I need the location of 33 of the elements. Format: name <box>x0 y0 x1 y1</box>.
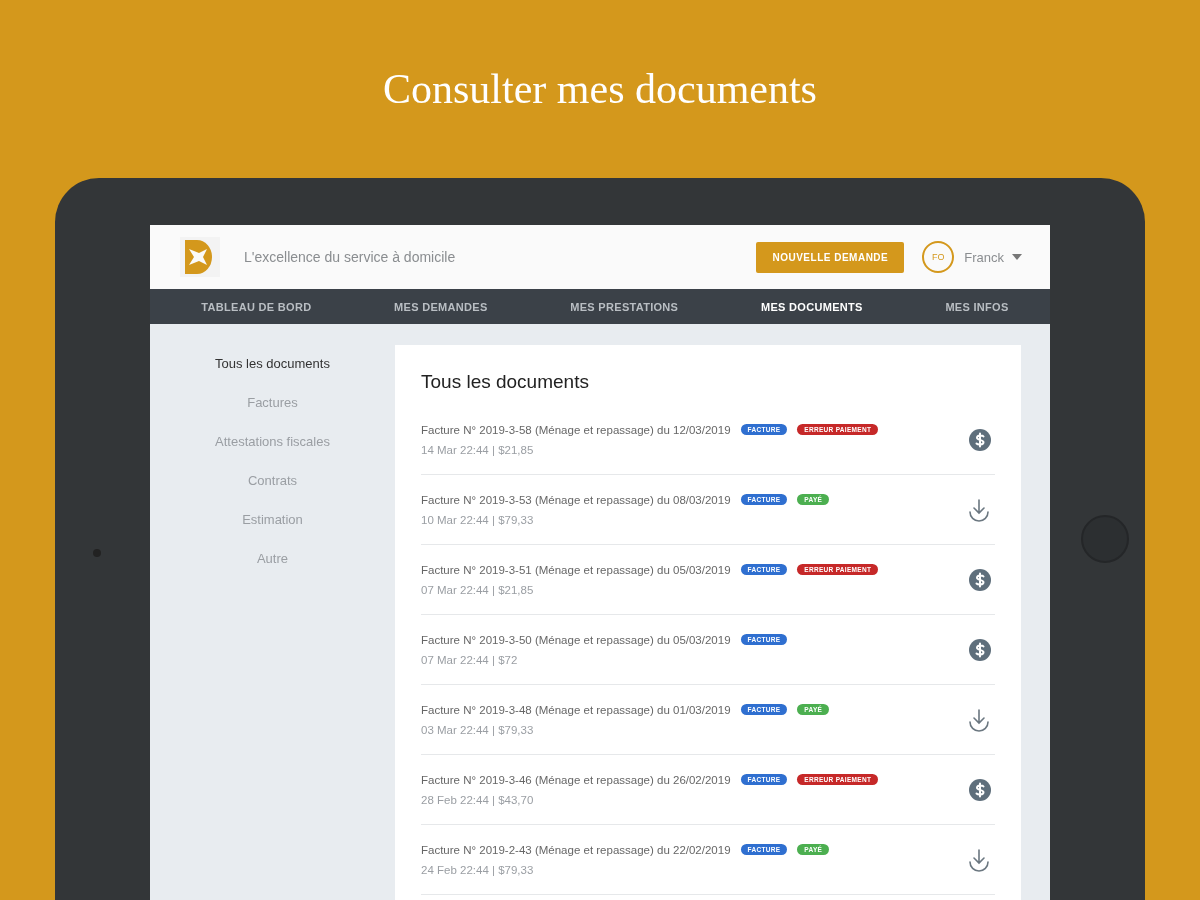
document-title[interactable]: Facture N° 2019-3-46 (Ménage et repassage) du 26/02/2019 <box>421 773 731 786</box>
card-title: Tous les documents <box>421 371 590 393</box>
document-title[interactable]: Facture N° 2019-3-50 (Ménage et repassage) du 05/03/2019 <box>421 633 731 646</box>
nav-tab[interactable]: TABLEAU DE BORD <box>201 300 312 313</box>
document-title[interactable]: Facture N° 2019-3-53 (Ménage et repassage) du 08/03/2019 <box>421 493 731 506</box>
nav-tab[interactable]: MES PRESTATIONS <box>570 300 679 313</box>
document-meta: 28 Feb 22:44 | $43,70 <box>421 793 535 806</box>
document-meta: 14 Mar 22:44 | $21,85 <box>421 443 535 456</box>
download-icon[interactable] <box>967 707 991 732</box>
download-icon[interactable] <box>967 497 991 522</box>
dollar-icon[interactable] <box>969 638 991 661</box>
user-name[interactable]: Franck <box>964 249 1004 265</box>
document-meta: 07 Mar 22:44 | $21,85 <box>421 583 535 596</box>
tagline: L'excellence du service à domicile <box>244 249 457 265</box>
document-title[interactable]: Facture N° 2019-2-43 (Ménage et repassage) du 22/02/2019 <box>421 843 731 856</box>
dollar-icon[interactable] <box>969 568 991 591</box>
document-meta: 07 Mar 22:44 | $72 <box>421 653 519 666</box>
document-meta: 24 Feb 22:44 | $79,33 <box>421 863 535 876</box>
dollar-icon[interactable] <box>969 778 991 801</box>
document-title[interactable]: Facture N° 2019-3-51 (Ménage et repassage) du 05/03/2019 <box>421 563 731 576</box>
logo-icon <box>180 237 220 277</box>
document-meta: 03 Mar 22:44 | $79,33 <box>421 723 535 736</box>
document-meta: 10 Mar 22:44 | $79,33 <box>421 513 535 526</box>
headline: Consulter mes documents <box>383 65 817 113</box>
nav-tab[interactable]: MES DEMANDES <box>394 300 488 313</box>
download-icon[interactable] <box>967 847 991 872</box>
nav-tab[interactable]: MES DOCUMENTS <box>761 300 863 313</box>
caret-icon[interactable] <box>1012 254 1022 260</box>
document-title[interactable]: Facture N° 2019-3-58 (Ménage et repassage) du 12/03/2019 <box>421 423 731 436</box>
dollar-icon[interactable] <box>969 428 991 451</box>
nav-tab[interactable]: MES INFOS <box>945 300 1009 313</box>
sidebar-item[interactable]: Tous les documents <box>215 355 330 373</box>
document-title[interactable]: Facture N° 2019-3-48 (Ménage et repassage) du 01/03/2019 <box>421 703 731 716</box>
